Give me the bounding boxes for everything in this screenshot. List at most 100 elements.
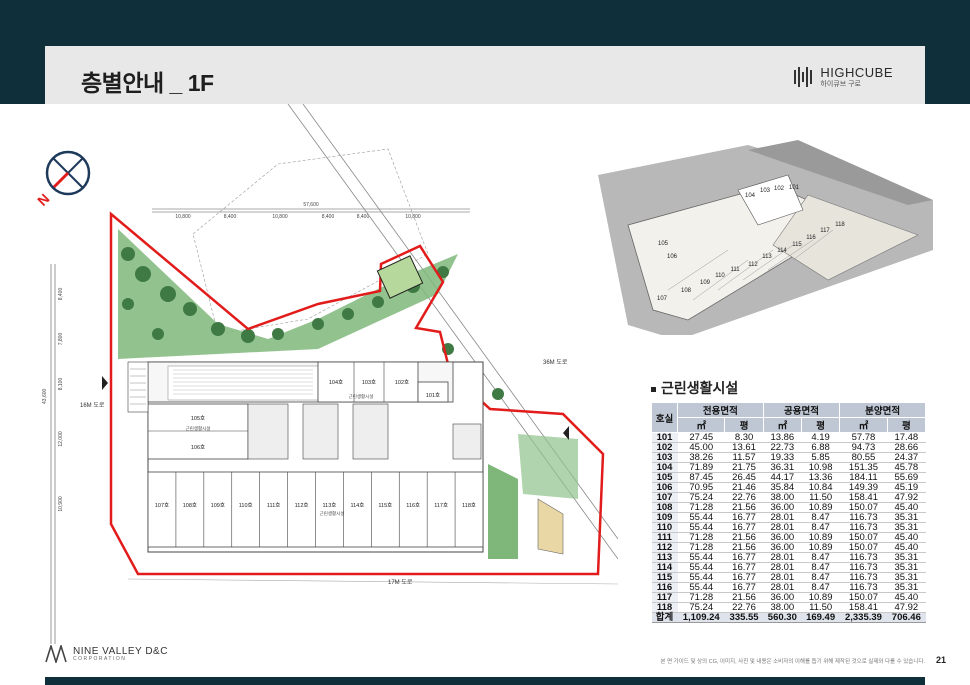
- table-cell-value: 94.73: [839, 442, 888, 453]
- table-cell-value: 10.89: [801, 502, 840, 513]
- table-cell-value: 38.00: [763, 492, 802, 503]
- table-cell-unit: 109: [651, 512, 678, 523]
- table-cell-value: 10.89: [801, 542, 840, 553]
- table-cell-value: 28.01: [763, 512, 802, 523]
- table-cell-value: 16.77: [724, 522, 764, 533]
- road-label-16m: 16M 도로: [80, 402, 105, 409]
- table-cell-unit: 116: [651, 582, 678, 593]
- table-cell-value: 151.35: [839, 462, 888, 473]
- table-cell-value: 21.56: [724, 532, 764, 543]
- table-cell-value: 21.56: [724, 592, 764, 603]
- table-row: 107 75.24 22.76 38.00 11.50 158.41 47.92: [651, 492, 926, 503]
- header-sub: 평: [886, 417, 927, 433]
- table-cell-value: 21.56: [724, 542, 764, 553]
- table-cell-value: 55.44: [677, 562, 725, 573]
- table-cell-value: 8.30: [724, 432, 764, 443]
- table-cell-value: 28.01: [763, 572, 802, 583]
- logo-english: HIGHCUBE: [820, 65, 893, 80]
- render-unit-label: 108: [681, 288, 692, 294]
- table-cell-value: 35.31: [887, 582, 926, 593]
- table-cell-value: 75.24: [677, 602, 725, 613]
- table-cell-value: 47.92: [887, 492, 926, 503]
- table-row: 108 71.28 21.56 36.00 10.89 150.07 45.40: [651, 502, 926, 513]
- render-unit-label: 117: [820, 228, 830, 234]
- floor-render: 101 102103 104 105 106 107 108 109 110 111 112 113 1…: [598, 140, 933, 355]
- unit-label: 108호: [183, 502, 197, 509]
- table-cell-value: 28.01: [763, 582, 802, 593]
- render-unit-label: 106: [667, 254, 678, 260]
- unit-label: 113호: [323, 502, 337, 509]
- company-sub: CORPORATION: [73, 655, 127, 662]
- unit-label: 106호: [191, 444, 205, 451]
- table-cell-value: 35.31: [887, 572, 926, 583]
- table-cell-value: 16.77: [724, 572, 764, 583]
- table-cell-value: 10.98: [801, 462, 840, 473]
- table-cell-unit: 106: [651, 482, 678, 493]
- header-common-area: 공용면적: [762, 402, 841, 418]
- table-cell-value: 8.47: [801, 562, 840, 573]
- table-cell-value: 28.01: [763, 552, 802, 563]
- table-row: 109 55.44 16.77 28.01 8.47 116.73 35.31: [651, 512, 926, 523]
- compass-icon: [45, 150, 91, 196]
- table-cell-value: 116.73: [839, 562, 888, 573]
- table-row: 101 27.45 8.30 13.86 4.19 57.78 17.48: [651, 432, 926, 443]
- table-cell-value: 70.95: [677, 482, 725, 493]
- table-row: 102 45.00 13.61 22.73 6.88 94.73 28.66: [651, 442, 926, 453]
- table-cell-value: 55.44: [677, 572, 725, 583]
- top-dim-label: 10,800: [272, 214, 288, 220]
- facility-label-mid: 근린생활시설: [186, 425, 211, 432]
- table-cell-value: 22.76: [724, 492, 764, 503]
- table-cell-value: 158.41: [839, 492, 888, 503]
- table-cell-unit: 117: [651, 592, 678, 603]
- logo-korean: 하이큐브 구로: [820, 81, 861, 88]
- table-cell-value: 24.37: [887, 452, 926, 463]
- render-unit-label: 113: [762, 254, 772, 260]
- table-cell-value: 16.77: [724, 582, 764, 593]
- table-row: 105 87.45 26.45 44.17 13.36 184.11 55.69: [651, 472, 926, 483]
- unit-label: 109호: [211, 502, 225, 509]
- table-cell-value: 169.49: [801, 612, 840, 623]
- left-dim-label: 10,900: [58, 496, 64, 512]
- table-cell-value: 184.11: [839, 472, 888, 483]
- table-cell-value: 1,109.24: [677, 612, 725, 623]
- table-cell-value: 38.00: [763, 602, 802, 613]
- section-arrow-left-icon: [102, 376, 108, 390]
- table-cell-unit: 112: [651, 542, 678, 553]
- top-dim-label: 10,800: [175, 214, 191, 220]
- table-cell-value: 335.55: [724, 612, 764, 623]
- table-cell-value: 22.76: [724, 602, 764, 613]
- left-dim-label: 7,800: [58, 333, 64, 346]
- table-cell-value: 706.46: [887, 612, 926, 623]
- table-cell-value: 21.46: [724, 482, 764, 493]
- table-cell-unit: 104: [651, 462, 678, 473]
- table-cell-value: 116.73: [839, 512, 888, 523]
- render-unit-label: 110: [715, 273, 725, 279]
- table-cell-unit: 102: [651, 442, 678, 453]
- unit-label: 104호: [329, 379, 343, 386]
- table-cell-value: 16.77: [724, 562, 764, 573]
- table-cell-value: 55.44: [677, 512, 725, 523]
- table-cell-value: 44.17: [763, 472, 802, 483]
- disclaimer: 본 면 가이드 및 상의 CG, 이미지, 사진 및 내용은 소비자의 이해를 …: [660, 659, 925, 665]
- footer-band: [45, 677, 925, 685]
- table-cell-value: 560.30: [763, 612, 802, 623]
- highcube-logo-icon: [794, 67, 813, 87]
- left-dim-label: 8,400: [58, 288, 64, 301]
- table-cell-unit: 113: [651, 552, 678, 563]
- table-cell-value: 36.00: [763, 532, 802, 543]
- table-cell-value: 150.07: [839, 532, 888, 543]
- table-cell-value: 17.48: [887, 432, 926, 443]
- top-dim-label: 8,400: [357, 214, 370, 220]
- unit-label: 114호: [350, 502, 364, 509]
- unit-label: 110호: [239, 502, 253, 509]
- table-cell-value: 116.73: [839, 552, 888, 563]
- table-cell-value: 13.86: [763, 432, 802, 443]
- table-cell-value: 45.19: [887, 482, 926, 493]
- unit-label: 107호: [155, 502, 169, 509]
- table-cell-value: 4.19: [801, 432, 840, 443]
- table-cell-unit: 111: [651, 532, 678, 543]
- floor-plan: N 57,600 10,800 8,400 10,800 8,400 8,400 10,8…: [34, 104, 618, 644]
- table-cell-value: 150.07: [839, 542, 888, 553]
- table-total-row: 합계 1,109.24 335.55 560.30 169.49 2,335.39 706.…: [651, 612, 926, 623]
- unit-label: 112호: [295, 502, 309, 509]
